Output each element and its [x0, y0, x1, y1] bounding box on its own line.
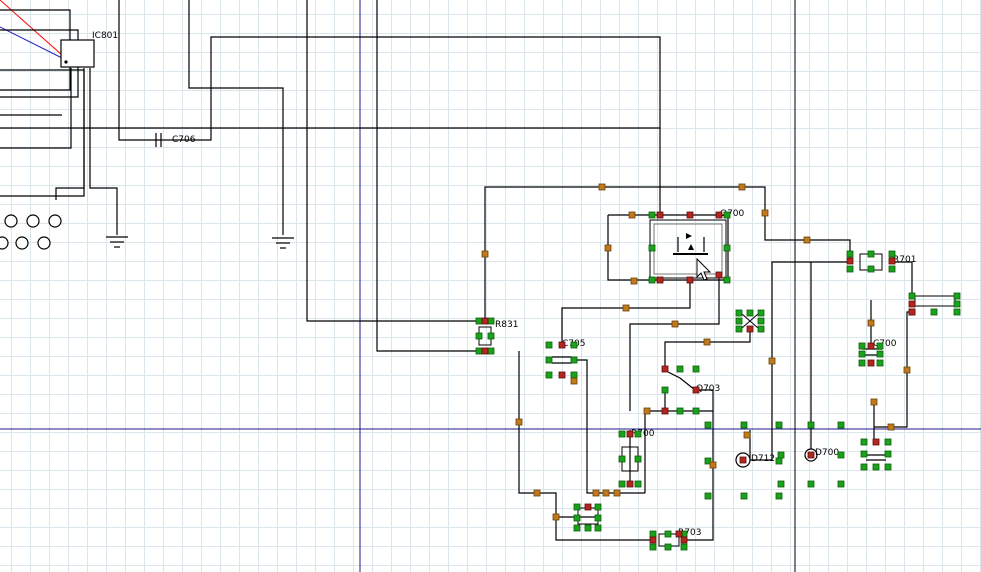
r700-label: R700: [631, 429, 655, 439]
arrow-pointer-icon: [696, 257, 712, 281]
ratsnest-line: [0, 26, 63, 59]
pads-green[interactable]: [475, 211, 961, 551]
connector-pins[interactable]: [0, 214, 62, 250]
ground-symbol-icon: [106, 236, 128, 248]
c700-label: C700: [873, 339, 897, 349]
r701-label: R701: [893, 255, 916, 265]
c706-label: C706: [172, 135, 196, 145]
r831-label: R831: [495, 320, 518, 330]
wire-junctions[interactable]: [481, 183, 911, 521]
schematic-canvas[interactable]: IC801 C706 Q700 R831 Q703 R700 R703 R701…: [0, 0, 981, 572]
ratsnest-line: [0, 0, 63, 56]
d700-label: D700: [815, 448, 839, 458]
ground-symbol-icon: [272, 237, 294, 249]
d712-label: D712: [751, 454, 775, 464]
wires-right[interactable]: [484, 186, 913, 541]
ic801-label: IC801: [92, 31, 118, 41]
schematic-drawing[interactable]: IC801 C706 Q700 R831 Q703 R700 R703 R701…: [0, 0, 981, 572]
resistor-component[interactable]: [914, 295, 956, 307]
q703-label: Q703: [696, 384, 720, 394]
wires-left[interactable]: [0, 0, 661, 352]
capacitor-component[interactable]: [866, 454, 886, 461]
